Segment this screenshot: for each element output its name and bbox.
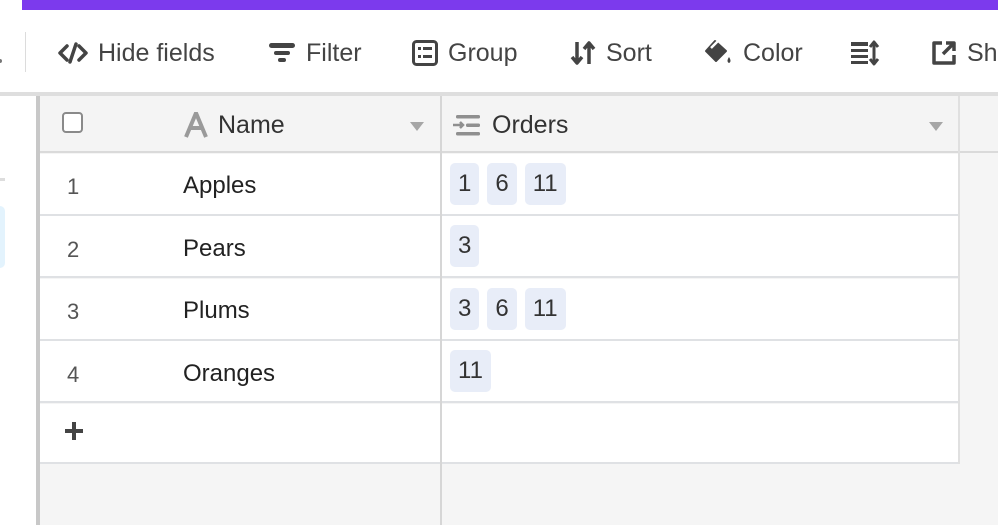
add-record-row[interactable] (40, 404, 960, 464)
orders-cell[interactable]: 3 6 11 (450, 288, 566, 330)
sidebar-pane (0, 96, 36, 525)
table-row[interactable] (40, 341, 960, 403)
primary-column-divider (440, 96, 442, 525)
link-field-icon (453, 115, 480, 136)
hide-fields-icon (58, 42, 88, 64)
order-chip[interactable]: 6 (487, 163, 517, 205)
table-right-border (958, 153, 960, 464)
row-number: 4 (67, 362, 80, 387)
row-height-icon (851, 40, 880, 66)
group-button[interactable]: Group (412, 36, 517, 70)
row-number: 3 (67, 299, 80, 324)
header-end-divider (958, 96, 960, 153)
sidebar-divider (0, 178, 5, 181)
order-chip[interactable]: 1 (450, 163, 480, 205)
plus-icon[interactable] (65, 422, 83, 440)
orders-cell[interactable]: 1 6 11 (450, 163, 566, 205)
order-chip[interactable]: 11 (524, 288, 566, 330)
toolbar-divider (25, 32, 26, 72)
name-cell[interactable]: Pears (183, 235, 246, 263)
filter-label: Filter (306, 38, 362, 67)
group-icon (412, 40, 438, 66)
filter-icon (269, 43, 295, 62)
row-number: 1 (67, 174, 80, 199)
filter-button[interactable]: Filter (268, 36, 362, 70)
column-header-name[interactable]: Name (184, 108, 285, 142)
order-chip[interactable]: 6 (487, 288, 517, 330)
sort-label: Sort (606, 38, 652, 67)
hide-fields-button[interactable]: Hide fields (58, 36, 215, 70)
name-cell[interactable]: Plums (183, 297, 250, 325)
order-chip[interactable]: 3 (450, 288, 480, 330)
sort-icon (570, 41, 596, 65)
paint-bucket-icon (705, 40, 731, 63)
row-number: 2 (67, 237, 80, 262)
sort-button[interactable]: Sort (570, 36, 652, 70)
order-chip[interactable]: 11 (524, 163, 566, 205)
row-height-button[interactable] (850, 36, 880, 70)
column-header-name-label: Name (218, 110, 285, 139)
accent-bar (22, 0, 998, 10)
name-cell[interactable]: Apples (183, 172, 256, 200)
hide-fields-label: Hide fields (98, 38, 215, 67)
share-icon (932, 41, 956, 65)
share-button[interactable]: Sha (931, 36, 998, 70)
order-chip[interactable]: 3 (450, 225, 480, 267)
orders-column-menu-caret[interactable] (929, 122, 943, 131)
name-column-menu-caret[interactable] (410, 122, 424, 131)
view-toolbar: Hide fields Filter Group Sort Color Sh (0, 10, 998, 92)
group-label: Group (448, 38, 518, 67)
color-label: Color (743, 38, 803, 67)
table-row[interactable] (40, 216, 960, 278)
order-chip[interactable]: 11 (450, 350, 491, 392)
orders-cell[interactable]: 3 (450, 225, 480, 267)
color-button[interactable]: Color (703, 36, 803, 70)
column-header-orders[interactable]: Orders (452, 108, 568, 142)
share-label: Sha (967, 38, 998, 67)
select-all-checkbox[interactable] (62, 112, 83, 133)
orders-cell[interactable]: 11 (450, 350, 491, 392)
name-cell[interactable]: Oranges (183, 360, 275, 388)
sidebar-selected-item[interactable] (0, 206, 5, 268)
overflow-indicator (0, 59, 2, 63)
column-header-orders-label: Orders (492, 110, 569, 139)
text-field-icon (184, 112, 208, 138)
